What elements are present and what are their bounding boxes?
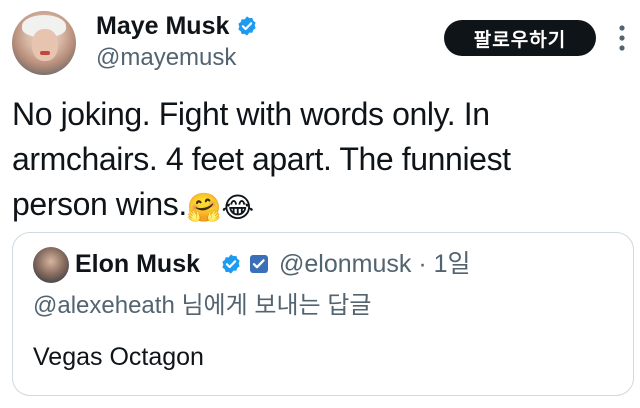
more-options-icon[interactable] [610, 22, 634, 54]
avatar-face [32, 29, 58, 61]
hugging-face-emoji: 🤗 [186, 192, 222, 223]
quoted-author-name[interactable]: Elon Musk [75, 249, 200, 279]
quoted-verified-badge-icon [222, 254, 240, 274]
reply-context[interactable]: @alexeheath 님에게 보내는 답글 [33, 289, 371, 323]
quoted-handle-and-time[interactable]: @elonmusk · 1일 [279, 249, 471, 279]
profile-avatar[interactable] [12, 11, 76, 75]
follow-button[interactable]: 팔로우하기 [444, 20, 596, 56]
tweet-text: No joking. Fight with words only. In arm… [12, 92, 630, 227]
verified-badge-icon [238, 16, 257, 36]
author-handle[interactable]: @mayemusk [96, 44, 236, 72]
quoted-tweet-text: Vegas Octagon [33, 343, 204, 371]
affiliate-badge-icon [250, 255, 268, 273]
display-name[interactable]: Maye Musk [96, 11, 258, 41]
laughing-emoji: 😂 [221, 192, 254, 223]
avatar-lips [40, 51, 50, 55]
author-name[interactable]: Maye Musk [96, 11, 229, 41]
tweet-body: No joking. Fight with words only. In arm… [12, 96, 511, 222]
quoted-tweet-card[interactable]: Elon Musk @elonmusk · 1일 @alexeheath 님에게… [12, 232, 634, 396]
quoted-author-avatar[interactable] [33, 247, 69, 283]
